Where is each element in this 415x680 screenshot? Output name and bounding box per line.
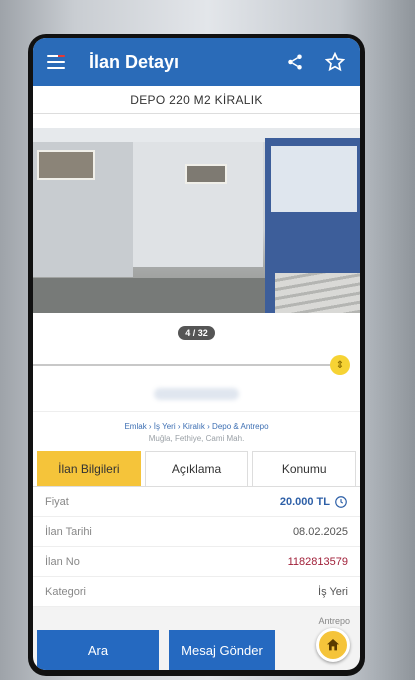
star-icon[interactable]: [320, 47, 350, 77]
bottom-action-bar: Ara Mesaj Gönder: [33, 624, 360, 670]
seller-name-area: [33, 377, 360, 411]
detail-label: İlan Tarihi: [45, 525, 92, 538]
tab-aciklama[interactable]: Açıklama: [144, 451, 249, 486]
page-title: İlan Detayı: [89, 51, 180, 72]
category-block: Emlak › İş Yeri › Kiralık › Depo & Antre…: [33, 411, 360, 451]
price-value: 20.000 TL: [280, 495, 348, 509]
photo-caption: [33, 114, 360, 128]
detail-label: Fiyat: [45, 495, 69, 508]
tab-ilan-bilgileri[interactable]: İlan Bilgileri: [37, 451, 141, 486]
home-button[interactable]: [316, 628, 350, 662]
tab-konumu[interactable]: Konumu: [252, 451, 357, 486]
detail-label: İlan No: [45, 555, 80, 568]
photo-counter: 4 / 32: [178, 326, 215, 340]
slider-handle[interactable]: ⇕: [330, 355, 350, 375]
send-message-button[interactable]: Mesaj Gönder: [169, 630, 275, 670]
detail-label: Kategori: [45, 585, 86, 598]
photo-window: [37, 150, 95, 180]
breadcrumb[interactable]: Emlak › İş Yeri › Kiralık › Depo & Antre…: [39, 422, 354, 431]
search-button[interactable]: Ara: [37, 630, 159, 670]
detail-row-listing-no: İlan No 1182813579: [33, 547, 360, 577]
details-table: Fiyat 20.000 TL İlan Tarihi 08.02.2025 İ…: [33, 487, 360, 607]
detail-row-category: Kategori İş Yeri: [33, 577, 360, 607]
share-icon[interactable]: [280, 47, 310, 77]
listing-number: 1182813579: [287, 555, 348, 568]
history-icon[interactable]: [334, 495, 348, 509]
location-text: Muğla, Fethiye, Cami Mah.: [148, 434, 245, 443]
app-screen: İlan Detayı DEPO 220 M2 KİRALIK 4 / 32 ⇕…: [33, 38, 360, 670]
detail-value: İş Yeri: [318, 585, 348, 598]
photo-slider[interactable]: ⇕: [33, 353, 360, 377]
home-icon: [327, 639, 339, 651]
detail-row-date: İlan Tarihi 08.02.2025: [33, 517, 360, 547]
blurred-text: [154, 388, 239, 400]
photo-window: [185, 164, 227, 184]
app-bar: İlan Detayı: [33, 38, 360, 86]
phone-frame: İlan Detayı DEPO 220 M2 KİRALIK 4 / 32 ⇕…: [28, 34, 365, 676]
menu-icon[interactable]: [47, 55, 65, 69]
photo-counter-row: 4 / 32: [33, 313, 360, 353]
listing-photo[interactable]: [33, 128, 360, 313]
detail-value: 08.02.2025: [292, 525, 348, 538]
detail-row-price: Fiyat 20.000 TL: [33, 487, 360, 517]
listing-title: DEPO 220 M2 KİRALIK: [33, 86, 360, 114]
detail-tabs: İlan Bilgileri Açıklama Konumu: [33, 451, 360, 487]
